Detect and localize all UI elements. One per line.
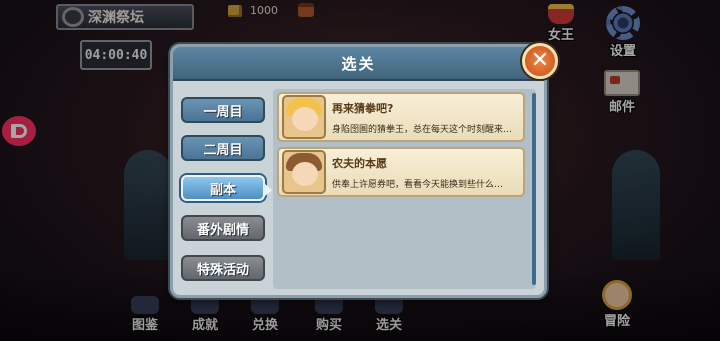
stage-description: 供奉上许愿券吧，看看今天能换到些什么… xyxy=(332,179,504,190)
dialog-title: 选关 xyxy=(341,54,376,73)
tab-special-event[interactable]: 特殊活动 xyxy=(181,255,265,281)
tab-second-playthrough[interactable]: 二周目 xyxy=(181,135,265,161)
stage-title: 再来猜拳吧? xyxy=(332,101,394,115)
dialog-header: 选关 xyxy=(173,47,544,81)
stage-description: 身陷囹圄的猜拳王，总在每天这个时刻醒来… xyxy=(332,124,513,135)
list-scrollbar[interactable] xyxy=(532,93,536,285)
stage-title: 农夫的本愿 xyxy=(332,156,387,170)
brown-hair-boy-portrait-icon xyxy=(282,150,326,194)
stage-select-dialog: 选关 一周目 二周目 副本 番外剧情 特殊活动 再来猜拳吧? 身陷囹圄的猜拳王，… xyxy=(170,44,547,298)
stage-list: 再来猜拳吧? 身陷囹圄的猜拳王，总在每天这个时刻醒来… 农夫的本愿 供奉上许愿券… xyxy=(273,89,536,289)
blonde-boy-portrait-icon xyxy=(282,95,326,139)
close-button[interactable]: ✕ xyxy=(522,43,558,79)
tab-dungeon[interactable]: 副本 xyxy=(181,175,272,201)
list-item[interactable]: 农夫的本愿 供奉上许愿券吧，看看今天能换到些什么… xyxy=(277,147,525,197)
close-icon: ✕ xyxy=(530,48,550,73)
tab-side-story[interactable]: 番外剧情 xyxy=(181,215,265,241)
tab-first-playthrough[interactable]: 一周目 xyxy=(181,97,265,123)
list-item[interactable]: 再来猜拳吧? 身陷囹圄的猜拳王，总在每天这个时刻醒来… xyxy=(277,92,525,142)
